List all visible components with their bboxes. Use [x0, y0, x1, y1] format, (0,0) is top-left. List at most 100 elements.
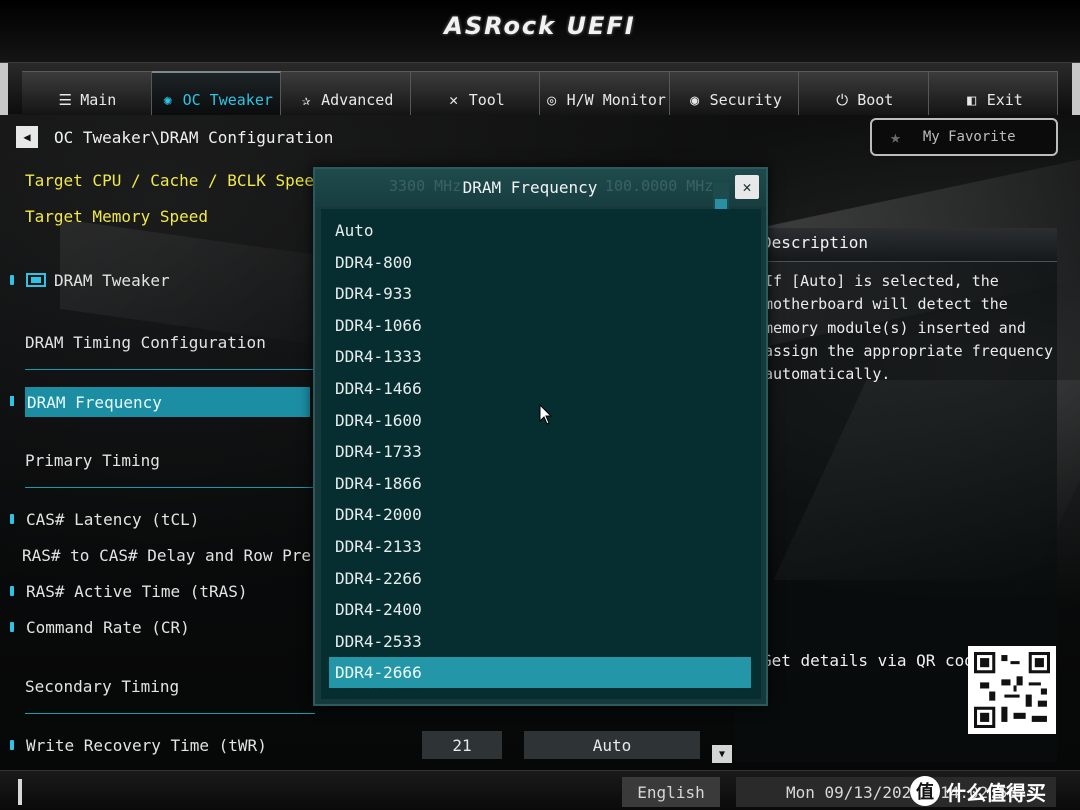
monitor-icon: ◎	[547, 91, 557, 109]
tab-label: Exit	[986, 91, 1023, 109]
section-divider	[25, 487, 315, 488]
shield-icon: ◉	[690, 91, 700, 109]
qr-code[interactable]	[968, 646, 1056, 734]
target-cpu-label: Target CPU / Cache / BCLK Speed	[25, 171, 324, 190]
frequency-option[interactable]: DDR4-933	[329, 278, 751, 309]
cas-latency-label: CAS# Latency (tCL)	[26, 509, 200, 529]
tab-oc-tweaker[interactable]: ✺ OC Tweaker	[151, 71, 281, 115]
item-marker	[10, 586, 14, 596]
dram-frequency-dialog: 3300 MHz 100.0000 MHz DRAM Frequency ✕ A…	[313, 167, 768, 706]
frequency-option[interactable]: DDR4-800	[329, 247, 751, 278]
back-button[interactable]: ◀	[16, 126, 38, 148]
watermark-badge-icon: 值	[910, 776, 940, 806]
frequency-option[interactable]: DDR4-1466	[329, 373, 751, 404]
description-title: Description	[762, 233, 868, 252]
ghost-scrollbar	[713, 183, 729, 209]
chevron-down-icon: ▼	[718, 748, 726, 760]
write-recovery-value: 21	[422, 731, 502, 759]
flame-icon: ✺	[163, 91, 173, 109]
tab-security[interactable]: ◉ Security	[669, 71, 799, 115]
tab-bar-rail-left	[0, 63, 8, 115]
dialog-title: DRAM Frequency	[462, 178, 598, 197]
my-favorite-label: My Favorite	[922, 129, 1016, 145]
tab-label: Main	[80, 91, 117, 109]
ras-active-item[interactable]: RAS# Active Time (tRAS)	[10, 576, 310, 606]
qr-code-caption: Get details via QR code	[762, 651, 984, 670]
tab-label: OC Tweaker	[182, 91, 273, 109]
tab-label: Boot	[857, 91, 894, 109]
tab-tool[interactable]: ✕ Tool	[410, 71, 540, 115]
frequency-option[interactable]: Auto	[329, 215, 751, 246]
dram-frequency-label: DRAM Frequency	[27, 392, 162, 412]
asrock-uefi-logo: ASRock UEFI	[444, 12, 636, 40]
item-marker	[10, 514, 14, 524]
dram-frequency-item[interactable]: DRAM Frequency	[25, 387, 310, 417]
ras-to-cas-label: RAS# to CAS# Delay and Row Precharge	[22, 545, 310, 565]
write-recovery-label: Write Recovery Time (tWR)	[26, 735, 267, 755]
scroll-down-button[interactable]: ▼	[712, 745, 732, 763]
dram-timing-config-label: DRAM Timing Configuration	[25, 332, 266, 352]
frequency-option[interactable]: DDR4-2000	[329, 499, 751, 530]
qr-code-image	[974, 652, 1050, 728]
close-icon: ✕	[742, 178, 752, 196]
target-memory-label: Target Memory Speed	[25, 207, 209, 226]
secondary-timing-label: Secondary Timing	[25, 676, 180, 696]
breadcrumb: ◀ OC Tweaker\DRAM Configuration	[16, 124, 333, 150]
my-favorite-button[interactable]: ★ My Favorite	[870, 118, 1058, 156]
frequency-option[interactable]: DDR4-2666	[329, 657, 751, 689]
item-marker	[10, 622, 14, 632]
tab-label: Security	[709, 91, 782, 109]
mouse-cursor-icon	[539, 404, 553, 425]
close-button[interactable]: ✕	[735, 175, 759, 199]
status-bar-marker	[18, 779, 22, 805]
tab-label: Tool	[468, 91, 505, 109]
ram-icon	[26, 273, 46, 287]
ghost-scroll-thumb	[715, 199, 727, 209]
frequency-option[interactable]: DDR4-2133	[329, 531, 751, 562]
frequency-option[interactable]: DDR4-2533	[329, 626, 751, 657]
primary-timing-label: Primary Timing	[25, 450, 160, 470]
frequency-option[interactable]: DDR4-2266	[329, 563, 751, 594]
tab-boot[interactable]: ⏻ Boot	[799, 71, 929, 115]
description-text: If [Auto] is selected, the motherboard w…	[764, 272, 1053, 384]
header: ASRock UEFI	[0, 0, 1080, 62]
dram-tweaker-item[interactable]: DRAM Tweaker	[10, 265, 310, 295]
frequency-option[interactable]: DDR4-1866	[329, 468, 751, 499]
primary-timing-heading: Primary Timing	[10, 445, 310, 475]
command-rate-item[interactable]: Command Rate (CR)	[10, 612, 310, 642]
command-rate-label: Command Rate (CR)	[26, 617, 190, 637]
watermark-text: 什么值得买	[946, 780, 1046, 805]
tabs: ☰ Main ✺ OC Tweaker ✰ Advanced ✕ Tool ◎ H/W Monit…	[22, 71, 1058, 115]
frequency-option[interactable]: DDR4-1733	[329, 436, 751, 467]
write-recovery-item[interactable]: Write Recovery Time (tWR)	[10, 730, 310, 760]
ras-active-label: RAS# Active Time (tRAS)	[26, 581, 248, 601]
tab-h-w-monitor[interactable]: ◎ H/W Monitor	[540, 71, 670, 115]
cas-latency-item[interactable]: CAS# Latency (tCL)	[10, 504, 310, 534]
tab-exit[interactable]: ◧ Exit	[928, 71, 1058, 115]
tab-label: Advanced	[321, 91, 394, 109]
language-selector[interactable]: English	[622, 777, 720, 807]
section-divider	[25, 713, 315, 714]
tab-main[interactable]: ☰ Main	[22, 71, 152, 115]
secondary-timing-heading: Secondary Timing	[10, 671, 310, 701]
power-icon: ⏻	[836, 91, 849, 109]
item-marker	[10, 275, 14, 285]
tab-advanced[interactable]: ✰ Advanced	[281, 71, 411, 115]
frequency-option[interactable]: DDR4-2400	[329, 594, 751, 625]
dialog-title-bar: 3300 MHz 100.0000 MHz DRAM Frequency ✕	[315, 169, 766, 209]
list-icon: ☰	[58, 91, 72, 109]
write-recovery-setting[interactable]: Auto	[524, 731, 700, 759]
dram-tweaker-label: DRAM Tweaker	[54, 270, 170, 290]
frequency-option[interactable]: DDR4-1066	[329, 310, 751, 341]
star-icon: ✰	[301, 91, 311, 109]
dram-timing-config-heading: DRAM Timing Configuration	[10, 327, 310, 357]
tab-bar: ☰ Main ✺ OC Tweaker ✰ Advanced ✕ Tool ◎ H/W Monit…	[0, 62, 1080, 115]
frequency-option[interactable]: DDR4-1333	[329, 341, 751, 372]
star-icon: ★	[890, 126, 901, 148]
exit-icon: ◧	[967, 91, 977, 109]
back-arrow-icon: ◀	[23, 130, 31, 144]
ras-to-cas-item[interactable]: RAS# to CAS# Delay and Row Precharge	[10, 540, 310, 570]
tab-bar-rail-right	[1072, 63, 1080, 115]
section-divider	[25, 369, 315, 370]
item-marker	[10, 740, 14, 750]
